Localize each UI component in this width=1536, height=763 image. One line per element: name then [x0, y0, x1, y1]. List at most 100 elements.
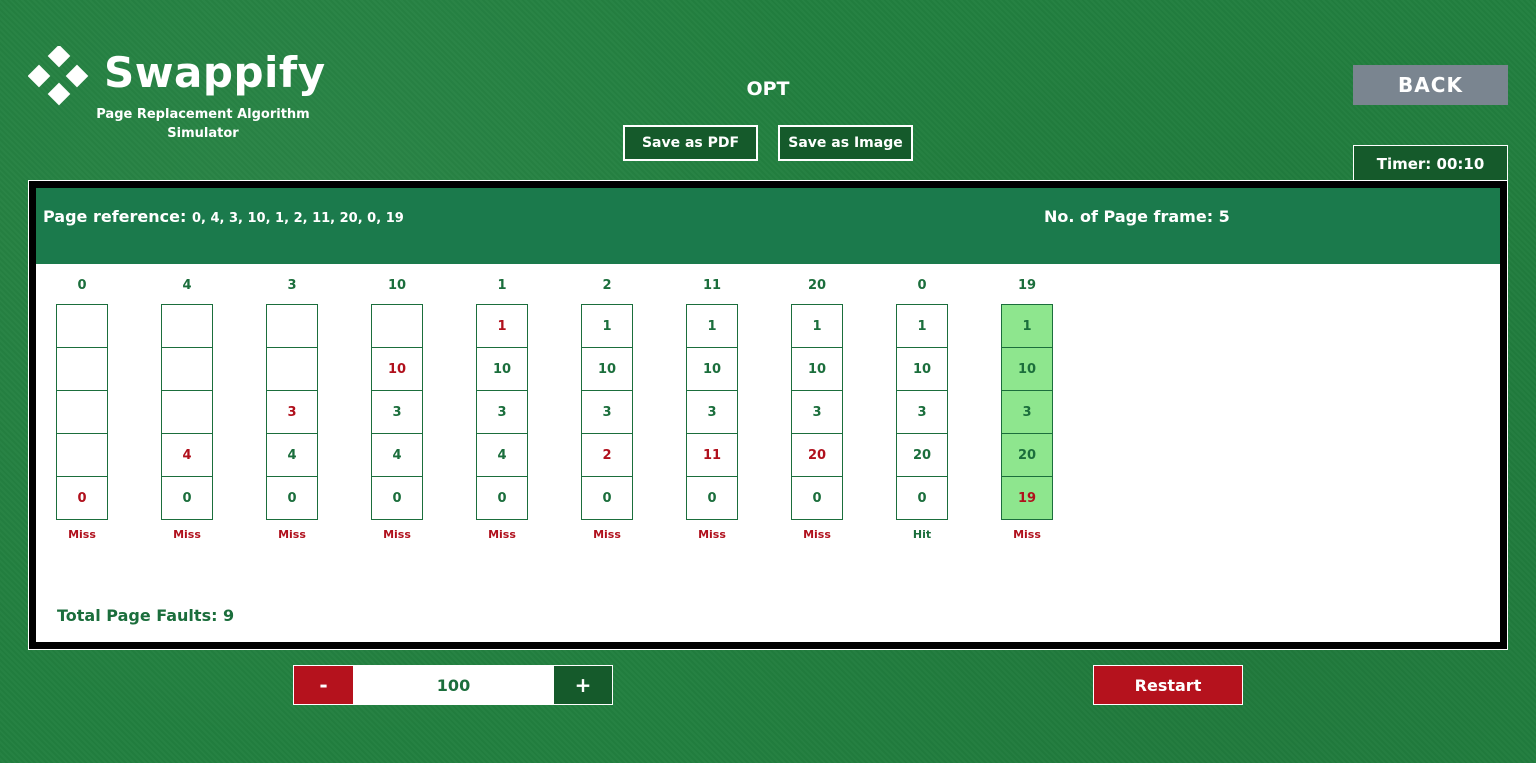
page-frames-value: 5: [1218, 207, 1230, 226]
back-button[interactable]: BACK: [1353, 65, 1508, 105]
frame-cell: 4: [477, 434, 527, 477]
frame-cell: [57, 305, 107, 348]
frame-column: 4 4 0 Miss: [161, 276, 213, 541]
frame-cell: 10: [897, 348, 947, 391]
frame-cell: 4: [267, 434, 317, 477]
algorithm-title: OPT: [746, 78, 790, 100]
frame-cell: 20: [792, 434, 842, 477]
frame-cell: 10: [687, 348, 737, 391]
app-subtitle: Page Replacement Algorithm Simulator: [96, 107, 310, 141]
frame-cell: 4: [372, 434, 422, 477]
column-reference: 1: [497, 278, 507, 293]
step-result: Miss: [698, 528, 726, 541]
frame-column: 20 1 10 3 20 0 Miss: [791, 276, 843, 541]
frame-cell: 0: [602, 490, 612, 506]
step-result: Miss: [278, 528, 306, 541]
frame-cell: 10: [372, 348, 422, 391]
frame-cell: [162, 305, 212, 348]
column-reference: 0: [917, 278, 927, 293]
frame-cell: 3: [1002, 391, 1052, 434]
speed-value: 100: [436, 675, 471, 695]
speed-control: - 100 +: [293, 665, 613, 705]
frame-stack: 10 3 4 0: [371, 304, 423, 520]
frame-cell: 10: [477, 348, 527, 391]
frame-stack: 40: [161, 304, 213, 520]
frame-cell: [57, 348, 107, 391]
frame-column: 0 1 10 3 20 0 Hit: [896, 276, 948, 541]
column-reference: 10: [387, 278, 407, 293]
frame-cell: 10: [582, 348, 632, 391]
frame-column: 3 3 4 0 Miss: [266, 276, 318, 541]
step-result: Miss: [593, 528, 621, 541]
step-result: Miss: [803, 528, 831, 541]
frame-stack: 1 10 3 20 0: [791, 304, 843, 520]
frame-column: 11 1 10 3 11 0 Miss: [686, 276, 738, 541]
page-frames-label: No. of Page frame:: [1044, 207, 1214, 226]
page-reference-value: 0, 4, 3, 10, 1, 2, 11, 20, 0, 19: [191, 211, 404, 226]
frame-cell: [372, 305, 422, 348]
step-result: Miss: [383, 528, 411, 541]
frame-cell: 4: [162, 434, 212, 477]
diamond-cluster-icon: [28, 46, 89, 106]
frame-stack: 0: [56, 304, 108, 520]
timer-display: Timer: 00:10: [1353, 145, 1508, 181]
simulation-board: Page reference: 0, 4, 3, 10, 1, 2, 11, 2…: [36, 188, 1500, 642]
frame-column: 0 0 Miss: [56, 276, 108, 541]
frame-cell: 0: [287, 490, 297, 506]
frame-cell: 20: [897, 434, 947, 477]
speed-decrease-button[interactable]: -: [294, 666, 353, 704]
simulation-panel: Page reference: 0, 4, 3, 10, 1, 2, 11, 2…: [28, 180, 1508, 650]
frame-cell: 3: [477, 391, 527, 434]
frame-cell: [162, 348, 212, 391]
frame-stack: 1 10 3 20 0: [896, 304, 948, 520]
frame-cell: 0: [392, 490, 402, 506]
frame-cell: 1: [477, 305, 527, 348]
frame-stack: 1 10 3 20 19: [1001, 304, 1053, 520]
speed-increase-button[interactable]: +: [554, 666, 612, 704]
save-pdf-button[interactable]: Save as PDF: [623, 125, 758, 161]
frame-stack: 1 10 3 4 0: [476, 304, 528, 520]
page-reference-label: Page reference:: [43, 207, 187, 226]
frame-cell: 10: [792, 348, 842, 391]
frame-cell: 3: [267, 391, 317, 434]
total-page-faults: Total Page Faults: 9: [57, 606, 235, 625]
frame-cell: 0: [497, 490, 507, 506]
page-frames: No. of Page frame: 5: [1044, 207, 1230, 226]
frame-column: 19 1 10 3 20 19 Miss: [1001, 276, 1053, 541]
step-result: Miss: [173, 528, 201, 541]
frame-cell: 1: [582, 305, 632, 348]
frame-cell: 3: [582, 391, 632, 434]
frame-stack: 34 0: [266, 304, 318, 520]
frame-cell: 1: [687, 305, 737, 348]
frame-cell: 1: [1002, 305, 1052, 348]
frame-cell: 1: [897, 305, 947, 348]
frame-stack: 1 10 3 11 0: [686, 304, 738, 520]
step-result: Hit: [912, 528, 932, 541]
frame-cell: 3: [687, 391, 737, 434]
frame-column: 10 10 3 4 0 Miss: [371, 276, 423, 541]
column-reference: 0: [77, 278, 87, 293]
panel-header: Page reference: 0, 4, 3, 10, 1, 2, 11, 2…: [36, 188, 1500, 264]
frame-cell: 0: [917, 490, 927, 506]
frame-cell: 3: [372, 391, 422, 434]
frame-cell: 19: [1017, 490, 1037, 506]
column-reference: 19: [1017, 278, 1037, 293]
frame-cell: 20: [1002, 434, 1052, 477]
step-result: Miss: [68, 528, 96, 541]
frame-cell: 0: [77, 490, 87, 506]
column-reference: 2: [602, 278, 612, 293]
frame-cell: [267, 305, 317, 348]
frame-cell: 0: [707, 490, 717, 506]
column-reference: 4: [182, 278, 192, 293]
frame-cell: [57, 391, 107, 434]
frame-cell: 0: [182, 490, 192, 506]
save-image-button[interactable]: Save as Image: [778, 125, 913, 161]
frame-cell: [267, 348, 317, 391]
frame-column: 2 1 10 3 2 0 Miss: [581, 276, 633, 541]
column-reference: 3: [287, 278, 297, 293]
frame-cell: [57, 434, 107, 477]
restart-button[interactable]: Restart: [1093, 665, 1243, 705]
page-reference: Page reference: 0, 4, 3, 10, 1, 2, 11, 2…: [43, 207, 404, 226]
step-result: Miss: [1013, 528, 1041, 541]
frame-cell: 2: [582, 434, 632, 477]
